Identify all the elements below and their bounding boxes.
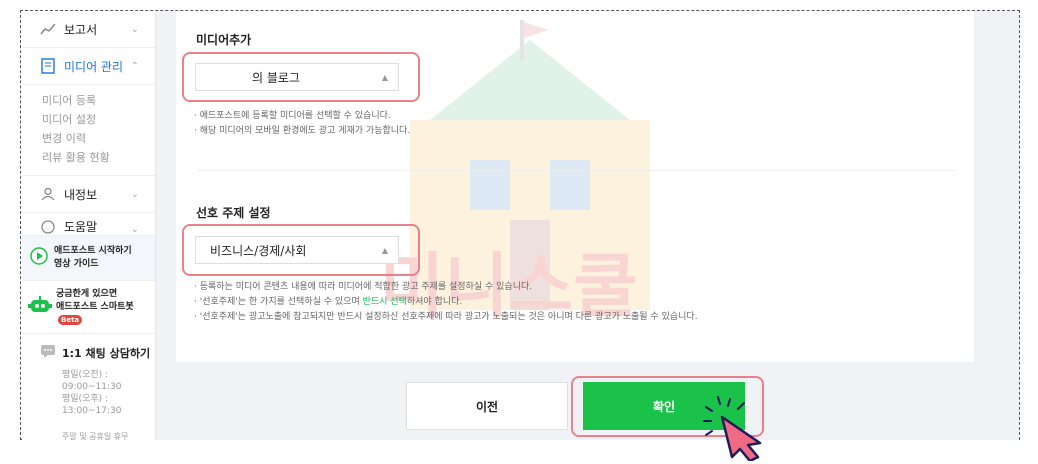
topic-help-text: · 등록하는 미디어 콘텐츠 내용에 따라 미디어에 적합한 광고 주제를 설정… <box>194 280 698 325</box>
bot-line-2: 애드포스트 스마트봇 <box>56 301 134 312</box>
video-guide-banner[interactable]: 애드포스트 시작하기 영상 가이드 <box>22 236 155 281</box>
sidebar-item-media[interactable]: 미디어 관리 ⌃ <box>22 48 155 85</box>
sidebar-item-help[interactable]: 도움말 ⌄ <box>22 213 155 236</box>
chevron-down-icon: ⌄ <box>130 188 139 200</box>
required-highlight: 반드시 선택 <box>362 297 407 307</box>
submenu-item-register[interactable]: 미디어 등록 <box>42 91 155 110</box>
help-text: 하셔야 합니다. <box>406 297 463 307</box>
help-line: · 등록하는 미디어 콘텐츠 내용에 따라 미디어에 적합한 광고 주제를 설정… <box>194 282 533 292</box>
help-line: · 해당 미디어의 모바일 환경에도 광고 게재가 가능합니다. <box>194 126 411 136</box>
topic-select-highlight <box>182 224 420 276</box>
help-text: · '선호주제'는 한 가지를 선택하실 수 있으며 <box>194 297 363 307</box>
chat-icon <box>40 344 56 361</box>
sidebar: 보고서 ⌄ 미디어 관리 ⌃ 미디어 등록 미디어 설정 변경 이력 리뷰 활용… <box>22 11 156 440</box>
beta-badge: Beta <box>58 314 83 325</box>
section-divider <box>198 170 956 171</box>
media-select-highlight <box>182 52 420 102</box>
hours-line: 평일(오후) : <box>62 394 109 404</box>
submenu-item-review[interactable]: 리뷰 활용 현황 <box>42 148 155 167</box>
hours-line: 09:00~11:30 <box>62 382 122 392</box>
click-cursor-icon <box>703 396 762 461</box>
guide-line-1: 애드포스트 시작하기 <box>54 246 132 256</box>
chevron-down-icon: ⌄ <box>130 23 139 35</box>
document-icon <box>40 58 56 74</box>
sidebar-item-label: 미디어 관리 <box>64 59 124 74</box>
help-line: · '선호주제'는 한 가지를 선택하실 수 있으며 반드시 선택하셔야 합니다… <box>194 295 698 310</box>
chat-title: 1:1 채팅 상담하기 <box>62 346 151 360</box>
media-add-label: 미디어추가 <box>196 33 252 47</box>
chart-icon <box>40 21 56 37</box>
sidebar-item-label: 보고서 <box>64 22 98 37</box>
hours-line: 13:00~17:30 <box>62 406 122 416</box>
smartbot-banner[interactable]: 궁금한게 있으면 애드포스트 스마트봇 Beta <box>22 281 155 334</box>
help-icon <box>40 219 56 235</box>
bot-line-1: 궁금한게 있으면 <box>56 288 118 299</box>
sidebar-item-label: 도움말 <box>64 220 98 234</box>
user-icon <box>40 186 56 202</box>
chat-note: 주말 및 공휴일 휴무 <box>62 432 129 440</box>
chevron-up-icon: ⌃ <box>130 60 139 72</box>
help-line: · 애드포스트에 등록할 미디어를 선택할 수 있습니다. <box>194 111 391 121</box>
chevron-down-icon: ⌄ <box>130 224 139 235</box>
robot-icon <box>28 294 52 320</box>
submenu-item-history[interactable]: 변경 이력 <box>42 129 155 148</box>
help-line: · '선호주제'는 광고노출에 참고되지만 반드시 설정하신 선호주제에 따라 … <box>194 312 698 322</box>
guide-line-2: 영상 가이드 <box>54 259 99 269</box>
media-submenu: 미디어 등록 미디어 설정 변경 이력 리뷰 활용 현황 <box>22 85 155 176</box>
hours-line: 평일(오전) : <box>62 370 109 380</box>
submenu-item-settings[interactable]: 미디어 설정 <box>42 110 155 129</box>
prev-button[interactable]: 이전 <box>406 382 568 430</box>
sidebar-item-report[interactable]: 보고서 ⌄ <box>22 11 155 48</box>
media-help-text: · 애드포스트에 등록할 미디어를 선택할 수 있습니다. · 해당 미디어의 … <box>194 109 410 139</box>
topic-label: 선호 주제 설정 <box>196 206 271 220</box>
play-icon <box>30 247 48 269</box>
sidebar-item-myinfo[interactable]: 내정보 ⌄ <box>22 176 155 213</box>
sidebar-item-label: 내정보 <box>64 187 98 202</box>
chat-hours: 평일(오전) : 09:00~11:30 평일(오후) : 13:00~17:3… <box>62 369 155 417</box>
chat-support[interactable]: 1:1 채팅 상담하기 평일(오전) : 09:00~11:30 평일(오후) … <box>22 334 155 440</box>
